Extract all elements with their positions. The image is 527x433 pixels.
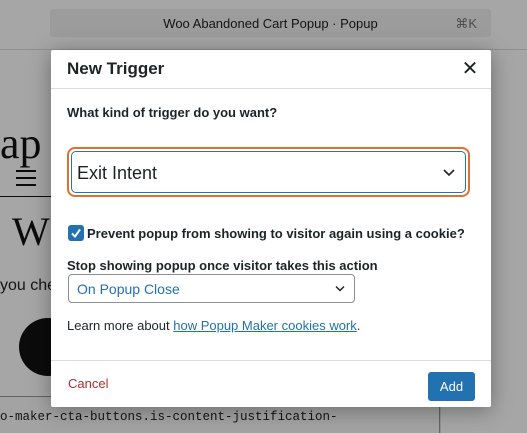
stop-action-select[interactable]: On Popup Close bbox=[68, 274, 355, 303]
add-button[interactable]: Add bbox=[428, 372, 475, 401]
learn-more-suffix: . bbox=[356, 318, 361, 333]
cookie-checkbox-label: Prevent popup from showing to visitor ag… bbox=[87, 226, 465, 241]
trigger-type-select[interactable]: Exit Intent bbox=[67, 147, 470, 197]
chevron-down-icon bbox=[443, 169, 455, 177]
learn-more-text: Learn more about how Popup Maker cookies… bbox=[67, 318, 360, 333]
stop-action-value: On Popup Close bbox=[77, 281, 180, 297]
learn-more-prefix: Learn more about bbox=[67, 318, 174, 333]
stop-action-label: Stop showing popup once visitor takes th… bbox=[67, 258, 378, 273]
cancel-button[interactable]: Cancel bbox=[68, 376, 108, 391]
modal-header: New Trigger ✕ bbox=[51, 50, 491, 89]
modal-title: New Trigger bbox=[67, 59, 165, 78]
checkmark-icon bbox=[71, 228, 81, 239]
trigger-type-value: Exit Intent bbox=[77, 163, 158, 183]
chevron-down-icon bbox=[335, 285, 345, 292]
trigger-type-label: What kind of trigger do you want? bbox=[67, 105, 278, 120]
cookie-checkbox[interactable] bbox=[68, 225, 84, 241]
modal-footer: Cancel Add bbox=[51, 360, 491, 407]
cookies-docs-link[interactable]: how Popup Maker cookies work bbox=[173, 318, 357, 333]
new-trigger-modal: New Trigger ✕ What kind of trigger do yo… bbox=[51, 50, 491, 407]
close-icon[interactable]: ✕ bbox=[459, 58, 481, 80]
